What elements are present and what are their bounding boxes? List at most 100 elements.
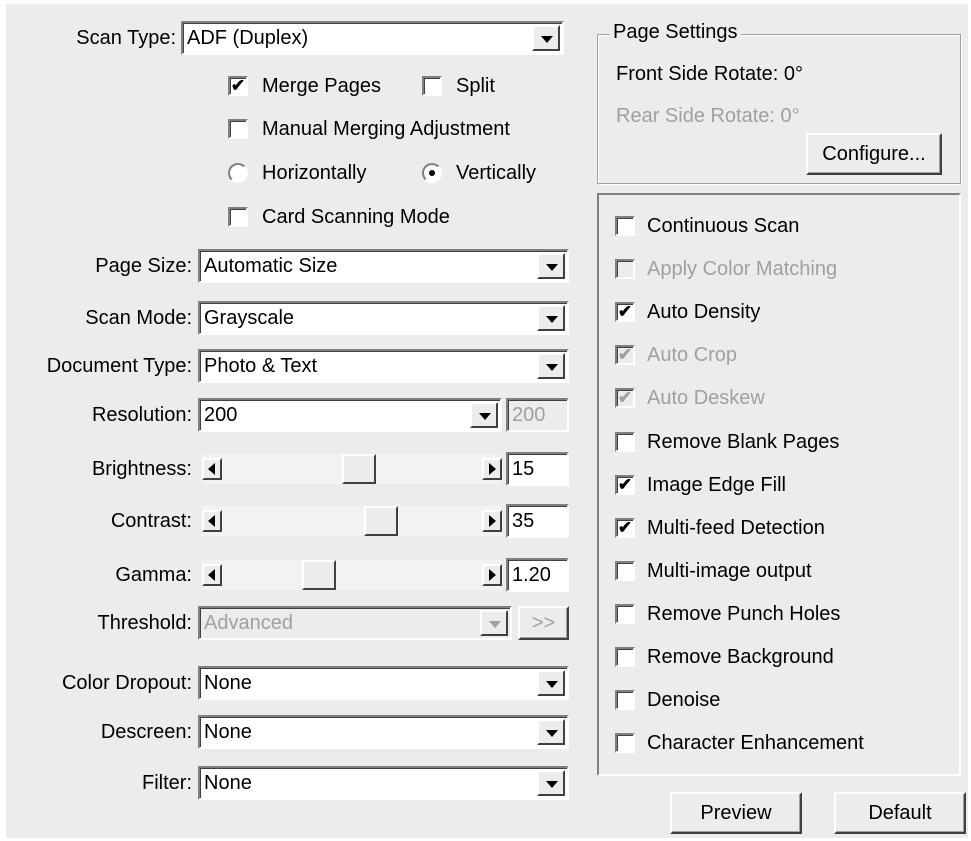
descreen-value: None [204, 721, 252, 743]
descreen-dropdown[interactable]: None [198, 715, 569, 749]
option-label: Apply Color Matching [647, 258, 838, 281]
option-checkbox: ✔ [615, 388, 635, 409]
arrow-left-icon[interactable] [202, 564, 222, 586]
option-checkbox[interactable] [615, 733, 635, 754]
option-checkbox[interactable]: ✔ [615, 302, 635, 323]
scanner-settings-dialog: Scan Type: ADF (Duplex) ✔ Merge Pages Sp… [6, 4, 968, 838]
descreen-label: Descreen: [100, 721, 192, 743]
scan-mode-dropdown[interactable]: Grayscale [198, 301, 569, 335]
option-label: Character Enhancement [647, 732, 864, 755]
page-settings-group: Page Settings Front Side Rotate: 0° Rear… [597, 21, 961, 184]
option-label: Auto Density [647, 301, 761, 324]
gamma-slider[interactable] [202, 560, 502, 590]
manual-merging-label: Manual Merging Adjustment [262, 118, 510, 140]
option-label: Remove Background [647, 646, 834, 668]
document-type-dropdown[interactable]: Photo & Text [198, 349, 569, 383]
horizontally-radio[interactable] [228, 163, 248, 183]
arrow-left-icon[interactable] [202, 458, 222, 480]
brightness-value-field[interactable]: 15 [506, 452, 569, 486]
options-panel: Continuous Scan Apply Color Matching ✔ Auto… [597, 193, 961, 776]
scan-type-value: ADF (Duplex) [187, 27, 309, 49]
scan-mode-label: Scan Mode: [85, 307, 192, 329]
color-dropout-label: Color Dropout: [61, 672, 192, 694]
rear-side-rotate-text: Rear Side Rotate: 0° [616, 105, 800, 127]
option-label: Auto Deskew [647, 387, 765, 410]
option-checkbox[interactable] [615, 603, 635, 624]
gamma-value-field[interactable]: 1.20 [506, 558, 569, 592]
option-checkbox[interactable]: ✔ [615, 517, 635, 538]
page-size-label: Page Size: [95, 255, 192, 277]
default-button[interactable]: Default [834, 792, 966, 834]
arrow-right-icon[interactable] [482, 458, 502, 480]
document-type-label: Document Type: [46, 355, 192, 377]
chevron-down-icon[interactable] [537, 353, 565, 379]
split-label: Split [456, 75, 495, 97]
contrast-value-field[interactable]: 35 [506, 504, 569, 538]
brightness-slider-thumb[interactable] [341, 454, 376, 484]
card-scanning-checkbox[interactable] [228, 207, 248, 227]
chevron-down-icon[interactable] [537, 670, 565, 696]
option-label: Multi-feed Detection [647, 516, 825, 539]
configure-button[interactable]: Configure... [806, 133, 942, 175]
option-label: Remove Blank Pages [647, 430, 840, 453]
threshold-label: Threshold: [97, 612, 193, 634]
checkmark-icon: ✔ [617, 302, 633, 322]
gamma-slider-thumb[interactable] [301, 560, 336, 590]
option-checkbox[interactable] [615, 216, 635, 236]
vertically-radio[interactable] [422, 163, 442, 183]
document-type-value: Photo & Text [204, 355, 318, 377]
split-checkbox[interactable] [422, 76, 442, 96]
chevron-down-icon[interactable] [537, 719, 565, 745]
chevron-down-icon[interactable] [470, 402, 498, 428]
option-label: Image Edge Fill [647, 473, 786, 496]
brightness-label: Brightness: [91, 458, 192, 480]
arrow-right-icon[interactable] [482, 564, 502, 586]
arrow-right-icon[interactable] [482, 510, 502, 532]
horizontally-label: Horizontally [262, 162, 367, 184]
checkmark-icon: ✔ [230, 76, 246, 95]
option-checkbox[interactable] [615, 690, 635, 711]
threshold-advanced-button: >> [518, 606, 569, 640]
vertically-label: Vertically [456, 162, 537, 184]
filter-value: None [204, 772, 252, 794]
option-label: Auto Crop [647, 344, 738, 367]
arrow-left-icon[interactable] [202, 510, 222, 532]
filter-dropdown[interactable]: None [198, 766, 569, 800]
contrast-label: Contrast: [110, 510, 192, 532]
checkmark-icon: ✔ [617, 517, 633, 537]
contrast-slider[interactable] [202, 506, 502, 536]
chevron-down-icon[interactable] [537, 253, 565, 279]
scan-mode-value: Grayscale [204, 307, 295, 329]
option-checkbox [615, 259, 635, 280]
page-size-value: Automatic Size [204, 255, 338, 277]
page-settings-title: Page Settings [610, 21, 741, 44]
resolution-dropdown[interactable]: 200 [198, 398, 502, 432]
color-dropout-dropdown[interactable]: None [198, 666, 569, 700]
chevron-down-icon[interactable] [532, 25, 560, 51]
threshold-value: Advanced [204, 612, 293, 634]
filter-label: Filter: [142, 772, 192, 794]
option-checkbox[interactable] [615, 560, 635, 581]
chevron-down-icon [480, 610, 508, 636]
front-side-rotate-text: Front Side Rotate: 0° [616, 63, 803, 85]
option-label: Remove Punch Holes [647, 602, 841, 625]
option-checkbox[interactable] [615, 647, 635, 667]
option-label: Denoise [647, 689, 721, 712]
page-size-dropdown[interactable]: Automatic Size [198, 249, 569, 283]
merge-pages-label: Merge Pages [262, 75, 381, 97]
contrast-slider-thumb[interactable] [363, 506, 398, 536]
option-checkbox[interactable] [615, 431, 635, 452]
option-label: Continuous Scan [647, 215, 800, 237]
brightness-slider[interactable] [202, 454, 502, 484]
chevron-down-icon[interactable] [537, 770, 565, 796]
merge-pages-checkbox[interactable]: ✔ [228, 76, 248, 96]
gamma-label: Gamma: [115, 564, 192, 586]
resolution-custom-field: 200 [506, 398, 569, 432]
option-checkbox: ✔ [615, 345, 635, 366]
scan-type-dropdown[interactable]: ADF (Duplex) [181, 21, 564, 55]
option-checkbox[interactable]: ✔ [615, 474, 635, 495]
chevron-down-icon[interactable] [537, 305, 565, 331]
preview-button[interactable]: Preview [670, 792, 802, 834]
manual-merging-checkbox[interactable] [228, 119, 248, 139]
scan-type-label: Scan Type: [76, 27, 176, 49]
